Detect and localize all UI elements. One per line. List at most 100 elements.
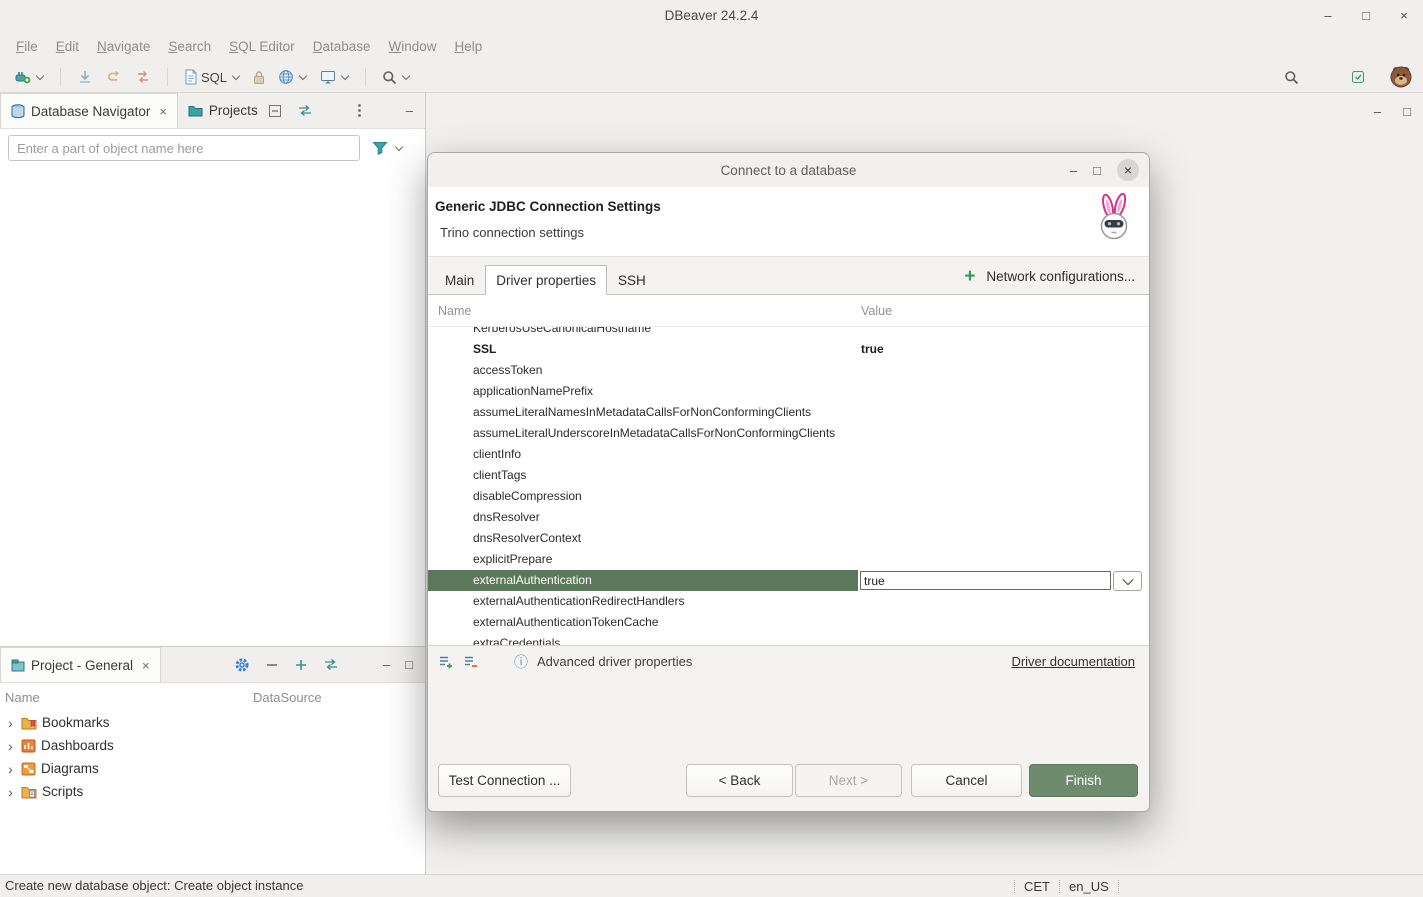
dialog-titlebar[interactable]: Connect to a database – □ × [428, 153, 1149, 187]
rollback-button[interactable] [102, 66, 126, 88]
transaction-mode-button[interactable] [131, 66, 155, 88]
expander-icon[interactable]: › [5, 785, 16, 799]
object-filter-input[interactable] [8, 135, 360, 161]
user-avatar[interactable] [1389, 65, 1413, 89]
property-name: extraCredentials [428, 633, 858, 645]
collapse-all-icon[interactable] [265, 658, 279, 672]
tab-project-general[interactable]: Project - General × [0, 647, 161, 682]
property-row[interactable]: dnsResolverContext [428, 528, 1149, 549]
dialog-minimize-button[interactable]: – [1070, 163, 1077, 178]
property-row[interactable]: clientTags [428, 465, 1149, 486]
quick-search-button[interactable] [378, 67, 414, 88]
property-row[interactable]: assumeLiteralNamesInMetadataCallsForNonC… [428, 402, 1149, 423]
property-row[interactable]: applicationNamePrefix [428, 381, 1149, 402]
search-icon [1284, 70, 1299, 85]
property-row[interactable]: extraCredentials [428, 633, 1149, 645]
expander-icon[interactable]: › [5, 739, 16, 753]
property-row[interactable]: accessToken [428, 360, 1149, 381]
properties-table-header: Name Value [428, 295, 1149, 327]
property-name: accessToken [428, 360, 858, 381]
column-datasource[interactable]: DataSource [253, 690, 322, 705]
property-row[interactable]: explicitPrepare [428, 549, 1149, 570]
property-row[interactable]: assumeLiteralUnderscoreInMetadataCallsFo… [428, 423, 1149, 444]
lock-button[interactable] [249, 67, 269, 88]
property-row[interactable]: dnsResolver [428, 507, 1149, 528]
close-icon[interactable]: × [159, 104, 167, 119]
property-row[interactable]: externalAuthenticationRedirectHandlers [428, 591, 1149, 612]
tab-ssh[interactable]: SSH [607, 265, 657, 295]
menu-file[interactable]: File [7, 35, 47, 58]
dialog-header-title: Generic JDBC Connection Settings [435, 199, 1135, 214]
remove-property-icon[interactable] [463, 654, 479, 670]
column-name[interactable]: Name [428, 304, 471, 318]
menu-bar: File Edit Navigate Search SQL Editor Dat… [0, 30, 1423, 62]
timezone-indicator[interactable]: CET [1024, 879, 1050, 894]
dialog-close-button[interactable]: × [1117, 159, 1139, 181]
editor-minimize-button[interactable]: – [1374, 104, 1381, 119]
column-name[interactable]: Name [0, 690, 253, 705]
driver-documentation-link[interactable]: Driver documentation [1011, 654, 1135, 669]
browser-button[interactable] [274, 66, 311, 88]
value-dropdown-button[interactable] [1113, 571, 1142, 591]
property-value-input[interactable] [860, 571, 1111, 590]
panel-minimize-button[interactable]: – [406, 103, 413, 118]
settings-gear-icon[interactable] [234, 657, 250, 673]
global-search-button[interactable] [1280, 67, 1303, 88]
tree-item-scripts[interactable]: › Scripts [0, 780, 425, 803]
data-transfer-button[interactable] [316, 66, 353, 88]
panel-maximize-button[interactable]: □ [405, 657, 413, 672]
network-configurations-button[interactable]: + Network configurations... [964, 257, 1135, 295]
window-close-button[interactable]: × [1397, 8, 1411, 23]
tab-driver-properties[interactable]: Driver properties [485, 265, 607, 295]
link-with-editor-icon[interactable] [297, 103, 313, 118]
locale-indicator[interactable]: en_US [1069, 879, 1109, 894]
back-button[interactable]: < Back [686, 764, 793, 797]
tree-item-diagrams[interactable]: › Diagrams [0, 757, 425, 780]
new-connection-button[interactable] [10, 66, 48, 88]
tab-main[interactable]: Main [434, 265, 485, 295]
property-row[interactable]: disableCompression [428, 486, 1149, 507]
cancel-button[interactable]: Cancel [911, 764, 1022, 797]
editor-maximize-button[interactable]: □ [1403, 104, 1411, 119]
menu-help[interactable]: Help [446, 35, 492, 58]
driver-properties-table: KerberosUseCanonicalHostname SSLtrue acc… [428, 327, 1149, 645]
finish-button[interactable]: Finish [1029, 764, 1138, 797]
property-row[interactable]: SSLtrue [428, 339, 1149, 360]
window-minimize-button[interactable]: – [1321, 8, 1335, 23]
menu-database[interactable]: Database [304, 35, 380, 58]
close-icon[interactable]: × [142, 658, 150, 673]
property-row[interactable]: KerberosUseCanonicalHostname [428, 327, 1149, 339]
menu-search[interactable]: Search [159, 35, 220, 58]
tab-projects[interactable]: Projects [178, 93, 268, 128]
window-maximize-button[interactable]: □ [1359, 8, 1373, 23]
commit-button[interactable] [73, 66, 97, 88]
property-row[interactable]: externalAuthenticationTokenCache [428, 612, 1149, 633]
expand-all-icon[interactable] [294, 658, 308, 672]
globe-icon [278, 69, 294, 85]
property-value: true [861, 339, 884, 360]
sql-editor-button[interactable]: SQL [180, 66, 244, 88]
menu-navigate[interactable]: Navigate [88, 35, 159, 58]
collapse-all-icon[interactable] [268, 104, 282, 118]
test-connection-button[interactable]: Test Connection ... [438, 764, 571, 797]
tasks-button[interactable] [1346, 66, 1370, 88]
filter-options-button[interactable] [372, 141, 403, 155]
column-value[interactable]: Value [861, 304, 892, 318]
tab-database-navigator[interactable]: Database Navigator × [0, 93, 178, 128]
tab-label: Projects [209, 103, 258, 118]
dialog-maximize-button[interactable]: □ [1093, 163, 1101, 178]
menu-edit[interactable]: Edit [47, 35, 88, 58]
panel-minimize-button[interactable]: – [383, 657, 390, 672]
menu-window[interactable]: Window [379, 35, 445, 58]
property-row-selected[interactable]: externalAuthentication [428, 570, 1149, 591]
menu-sql-editor[interactable]: SQL Editor [220, 35, 304, 58]
chevron-down-icon [36, 71, 44, 79]
add-property-icon[interactable] [438, 654, 454, 670]
tree-item-dashboards[interactable]: › Dashboards [0, 734, 425, 757]
view-menu-icon[interactable] [357, 103, 362, 118]
link-with-editor-icon[interactable] [323, 657, 339, 672]
expander-icon[interactable]: › [5, 716, 16, 730]
expander-icon[interactable]: › [5, 762, 16, 776]
property-row[interactable]: clientInfo [428, 444, 1149, 465]
tree-item-bookmarks[interactable]: › Bookmarks [0, 711, 425, 734]
